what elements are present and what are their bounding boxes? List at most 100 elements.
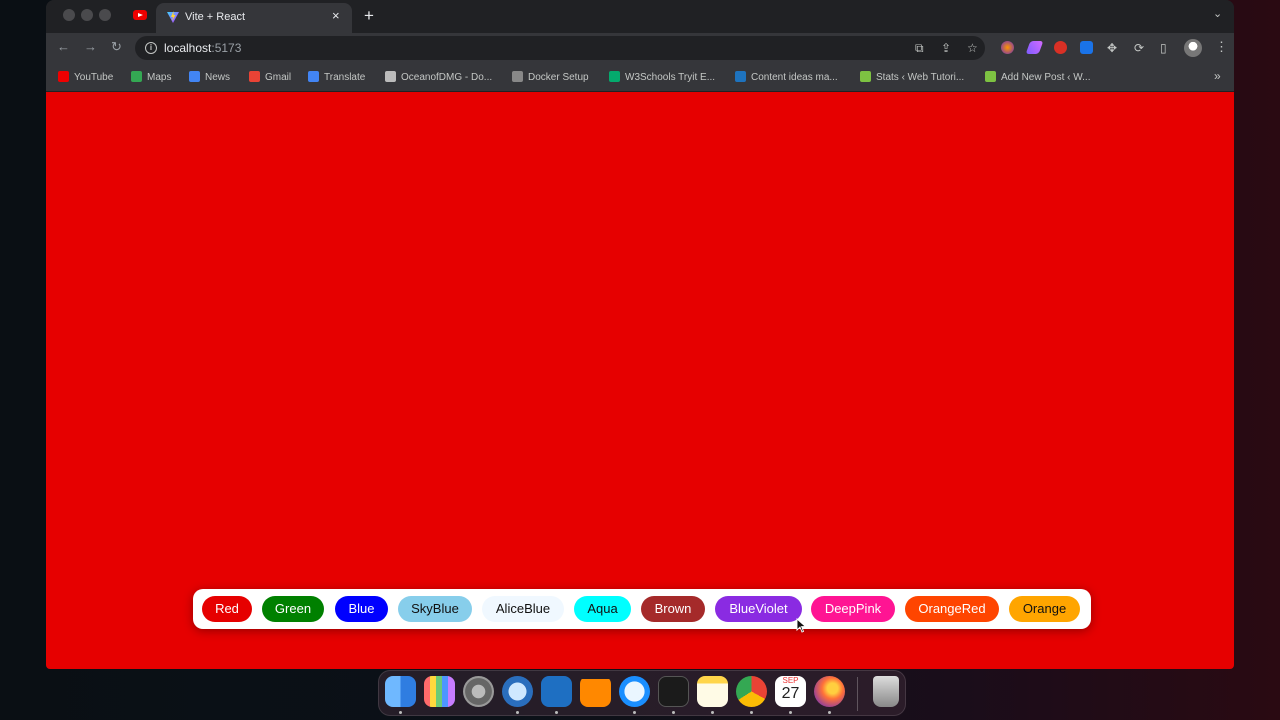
color-palette-bar: Red Green Blue SkyBlue AliceBlue Aqua Brown Blu…: [193, 589, 1091, 629]
bookmarks-bar: YouTube Maps News Gmail Translate OceanofDMG …: [46, 63, 1234, 92]
bookmark-item[interactable]: W3Schools Tryit E...: [609, 71, 715, 83]
bookmark-favicon-icon: [308, 71, 319, 82]
bookmark-item[interactable]: Content ideas ma...: [735, 71, 838, 83]
bookmark-favicon-icon: [58, 71, 69, 82]
url-text[interactable]: localhost:5173: [164, 41, 241, 55]
color-button-blueviolet[interactable]: BlueViolet: [715, 596, 802, 622]
translate-icon[interactable]: ⧉: [915, 41, 924, 56]
notes-icon[interactable]: [697, 676, 728, 707]
bookmark-label: YouTube: [74, 72, 114, 83]
tab-vite-react[interactable]: Vite + React ×: [156, 3, 352, 33]
bookmark-label: Stats ‹ Web Tutori...: [876, 72, 965, 83]
system-settings-icon[interactable]: [463, 676, 494, 707]
running-indicator: [672, 711, 675, 714]
vscode-icon[interactable]: [541, 676, 572, 707]
color-button-red[interactable]: Red: [202, 596, 252, 622]
bookmark-label: W3Schools Tryit E...: [625, 72, 716, 83]
bookmark-item[interactable]: News: [189, 71, 230, 83]
running-indicator: [399, 711, 402, 714]
running-indicator: [828, 711, 831, 714]
color-button-orangered[interactable]: OrangeRed: [905, 596, 999, 622]
more-menu-icon[interactable]: ⋮: [1215, 39, 1228, 55]
bookmark-item[interactable]: Gmail: [249, 71, 291, 83]
reload-icon[interactable]: ↻: [111, 39, 122, 55]
new-tab-button[interactable]: +: [364, 6, 374, 26]
bookmark-label: News: [205, 72, 231, 83]
bookmark-item[interactable]: Add New Post ‹ W...: [985, 71, 1090, 83]
bookmark-label: Gmail: [265, 72, 292, 83]
running-indicator: [750, 711, 753, 714]
bookmark-item[interactable]: Docker Setup: [512, 71, 589, 83]
window-zoom-dot[interactable]: [99, 9, 111, 21]
window-minimize-dot[interactable]: [81, 9, 93, 21]
window-close-dot[interactable]: [63, 9, 75, 21]
launchpad-icon[interactable]: [424, 676, 455, 707]
color-button-green[interactable]: Green: [262, 596, 324, 622]
bookmark-label: Add New Post ‹ W...: [1001, 72, 1091, 83]
bookmark-item[interactable]: Stats ‹ Web Tutori...: [860, 71, 964, 83]
address-bar[interactable]: i localhost:5173 ⧉ ⇪ ☆: [135, 36, 985, 60]
running-indicator: [711, 711, 714, 714]
star-icon[interactable]: ☆: [967, 41, 978, 55]
tab-title: Vite + React: [185, 11, 246, 23]
chrome-icon[interactable]: [736, 676, 767, 707]
youtube-tab-icon[interactable]: [133, 10, 147, 20]
mouse-cursor-icon: [796, 618, 806, 633]
browser-toolbar: ← → ↻ i localhost:5173 ⧉ ⇪ ☆ ✥ ⟳ ▯ ⋮: [46, 33, 1234, 63]
color-button-deeppink[interactable]: DeepPink: [811, 596, 895, 622]
color-button-aliceblue[interactable]: AliceBlue: [482, 596, 564, 622]
bookmarks-overflow-icon[interactable]: »: [1214, 69, 1221, 83]
color-button-blue[interactable]: Blue: [335, 596, 388, 622]
running-indicator: [516, 711, 519, 714]
calendar-day: 27: [781, 685, 800, 702]
running-indicator: [789, 711, 792, 714]
bookmark-item[interactable]: Maps: [131, 71, 171, 83]
bookmark-label: Maps: [147, 72, 172, 83]
running-indicator: [555, 711, 558, 714]
color-button-orange[interactable]: Orange: [1009, 596, 1080, 622]
color-button-skyblue[interactable]: SkyBlue: [398, 596, 472, 622]
bookmark-label: Content ideas ma...: [751, 72, 838, 83]
browser-window: Vite + React × + ⌄ ← → ↻ i localhost:517…: [46, 0, 1234, 669]
extension-red-icon[interactable]: [1054, 41, 1067, 54]
bookmark-label: Docker Setup: [528, 72, 589, 83]
chevron-down-icon[interactable]: ⌄: [1213, 7, 1222, 20]
calendar-icon[interactable]: SEP 27: [775, 676, 806, 707]
profile-avatar[interactable]: [1184, 39, 1202, 57]
terminal-icon[interactable]: [658, 676, 689, 707]
bookmark-label: OceanofDMG - Do...: [401, 72, 493, 83]
firefox-icon[interactable]: [814, 676, 845, 707]
bookmark-favicon-icon: [131, 71, 142, 82]
bookmark-favicon-icon: [385, 71, 396, 82]
extension-pen-icon[interactable]: [1025, 41, 1044, 54]
extensions-puzzle-icon[interactable]: ✥: [1107, 41, 1117, 55]
safari-icon[interactable]: [619, 676, 650, 707]
share-icon[interactable]: ⇪: [941, 41, 951, 55]
extension-firefox-relay-icon[interactable]: [1001, 41, 1014, 54]
trash-icon[interactable]: [873, 676, 899, 707]
dock: SEP 27: [378, 670, 906, 716]
vlc-icon[interactable]: [580, 676, 611, 707]
extension-fi-icon[interactable]: [1080, 41, 1093, 54]
extension-sync-icon[interactable]: ⟳: [1134, 41, 1144, 55]
finder-icon[interactable]: [385, 676, 416, 707]
forward-icon[interactable]: →: [84, 39, 97, 54]
bookmark-item[interactable]: OceanofDMG - Do...: [385, 71, 492, 83]
calendar-month: SEP: [782, 676, 799, 685]
bookmark-favicon-icon: [609, 71, 620, 82]
tab-close-button[interactable]: ×: [332, 8, 340, 23]
bookmark-favicon-icon: [735, 71, 746, 82]
bookmark-favicon-icon: [860, 71, 871, 82]
color-button-aqua[interactable]: Aqua: [574, 596, 631, 622]
back-icon[interactable]: ←: [57, 39, 70, 54]
color-button-brown[interactable]: Brown: [641, 596, 705, 622]
running-indicator: [633, 711, 636, 714]
page-viewport: Red Green Blue SkyBlue AliceBlue Aqua Brown Blu…: [46, 92, 1234, 669]
side-panel-icon[interactable]: ▯: [1160, 41, 1167, 55]
bookmark-favicon-icon: [249, 71, 260, 82]
bookmark-item[interactable]: Translate: [308, 71, 365, 83]
bookmark-item[interactable]: YouTube: [58, 71, 113, 83]
site-info-icon[interactable]: i: [145, 42, 157, 54]
quicktime-icon[interactable]: [502, 676, 533, 707]
bookmark-label: Translate: [324, 72, 366, 83]
